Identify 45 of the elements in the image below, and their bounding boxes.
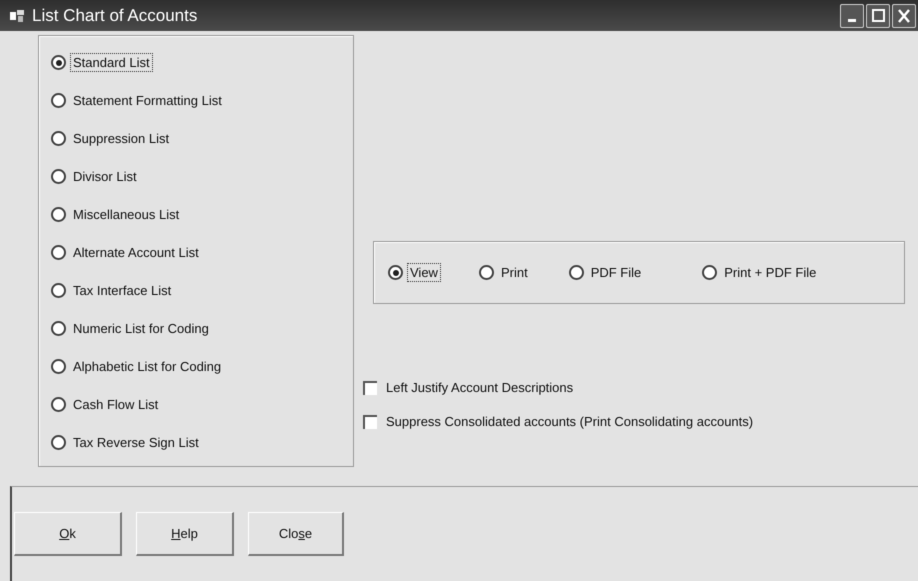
radio-button[interactable]	[51, 131, 66, 146]
radio-label[interactable]: Statement Formatting List	[70, 91, 225, 110]
radio-button[interactable]	[51, 245, 66, 260]
radio-button[interactable]	[51, 359, 66, 374]
radio-button[interactable]	[702, 265, 718, 280]
maximize-button[interactable]	[866, 4, 890, 28]
window-title: List Chart of Accounts	[32, 6, 198, 26]
radio-label[interactable]: Tax Interface List	[70, 281, 174, 300]
radio-label[interactable]: Print + PDF File	[721, 263, 820, 282]
radio-label[interactable]: PDF File	[588, 263, 644, 282]
dialog-button[interactable]: Ok	[14, 512, 122, 556]
radio-button[interactable]	[388, 265, 403, 280]
minimize-icon	[848, 19, 856, 22]
radio-button[interactable]	[51, 55, 66, 70]
radio-label[interactable]: Alternate Account List	[70, 243, 202, 262]
checkbox[interactable]	[363, 380, 377, 394]
radio-button[interactable]	[51, 93, 66, 108]
radio-label[interactable]: Cash Flow List	[70, 395, 162, 414]
radio-label[interactable]: Numeric List for Coding	[70, 319, 212, 338]
radio-button[interactable]	[51, 321, 66, 336]
dialog-button[interactable]: Close	[248, 512, 344, 556]
radio-label[interactable]: Alphabetic List for Coding	[70, 357, 224, 376]
checkbox-label[interactable]: Suppress Consolidated accounts (Print Consolidating accounts)	[386, 414, 754, 429]
radio-label[interactable]: Standard List	[70, 53, 153, 72]
radio-label[interactable]: Tax Reverse Sign List	[70, 433, 202, 452]
radio-label[interactable]: View	[407, 263, 441, 282]
radio-button[interactable]	[51, 169, 66, 184]
radio-button[interactable]	[478, 265, 494, 280]
app-icon	[10, 10, 24, 22]
radio-label[interactable]: Print	[498, 263, 531, 282]
radio-label[interactable]: Miscellaneous List	[70, 205, 182, 224]
dialog-button[interactable]: Help	[136, 512, 234, 556]
radio-button[interactable]	[51, 435, 66, 450]
radio-button[interactable]	[568, 265, 584, 280]
radio-label[interactable]: Suppression List	[70, 129, 172, 148]
radio-button[interactable]	[51, 207, 66, 222]
minimize-button[interactable]	[840, 4, 864, 28]
close-button[interactable]	[892, 4, 916, 28]
radio-button[interactable]	[51, 397, 66, 412]
checkbox[interactable]	[363, 414, 377, 428]
checkbox-label[interactable]: Left Justify Account Descriptions	[386, 380, 574, 395]
radio-button[interactable]	[51, 283, 66, 298]
close-icon	[898, 8, 910, 22]
maximize-icon	[872, 9, 884, 22]
radio-label[interactable]: Divisor List	[70, 167, 140, 186]
